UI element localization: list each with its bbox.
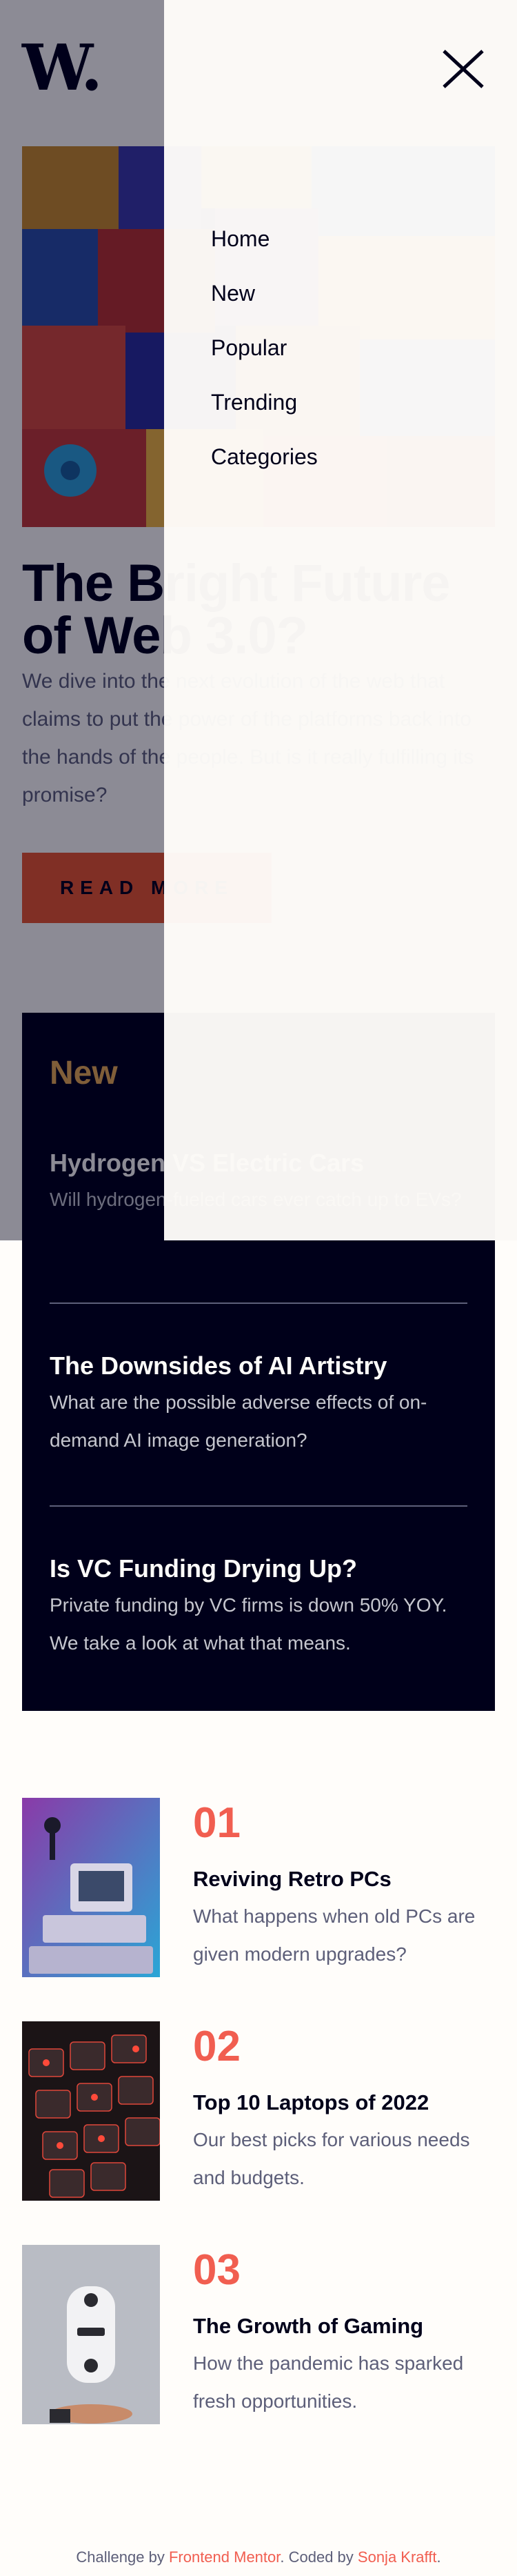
- rank-description: What happens when old PCs are given mode…: [193, 1905, 476, 1965]
- close-menu-button[interactable]: [441, 50, 485, 88]
- news-item-title[interactable]: Is VC Funding Drying Up?: [50, 1554, 467, 1583]
- ranked-article-image: [22, 2245, 160, 2424]
- nav-item-categories[interactable]: Categories: [211, 446, 318, 468]
- rank-description: Our best picks for various needs and bud…: [193, 2129, 470, 2188]
- news-item-description: What are the possible adverse effects of…: [50, 1391, 427, 1452]
- frontend-mentor-link[interactable]: Frontend Mentor: [169, 2548, 280, 2566]
- rank-number: 02: [193, 2023, 241, 2070]
- nav-item-popular[interactable]: Popular: [211, 337, 318, 359]
- nav-item-new[interactable]: New: [211, 282, 318, 304]
- close-icon: [443, 50, 484, 88]
- ranked-article[interactable]: 01 Reviving Retro PCs What happens when …: [22, 1798, 495, 1977]
- ranked-article[interactable]: 03 The Growth of Gaming How the pandemic…: [22, 2245, 495, 2424]
- rank-description: How the pandemic has sparked fresh oppor…: [193, 2352, 464, 2412]
- author-link[interactable]: Sonja Krafft: [358, 2548, 437, 2566]
- mobile-menu-panel: [164, 0, 517, 1240]
- rank-title[interactable]: Top 10 Laptops of 2022: [193, 2090, 429, 2115]
- nav-item-trending[interactable]: Trending: [211, 391, 318, 413]
- news-item-title[interactable]: The Downsides of AI Artistry: [50, 1351, 467, 1380]
- rank-number: 01: [193, 1799, 241, 1847]
- gamepad-image: [22, 2245, 160, 2424]
- news-item[interactable]: The Downsides of AI Artistry What are th…: [50, 1351, 467, 1459]
- footer-attribution: Challenge by Frontend Mentor. Coded by S…: [0, 2548, 517, 2566]
- news-item[interactable]: Is VC Funding Drying Up? Private funding…: [50, 1554, 467, 1662]
- nav-item-home[interactable]: Home: [211, 228, 318, 250]
- mobile-nav: Home New Popular Trending Categories: [211, 228, 318, 500]
- news-item-description: Private funding by VC firms is down 50% …: [50, 1594, 447, 1654]
- ranked-article[interactable]: 02 Top 10 Laptops of 2022 Our best picks…: [22, 2021, 495, 2201]
- rank-title[interactable]: Reviving Retro PCs: [193, 1867, 392, 1892]
- footer-middle: . Coded by: [280, 2548, 358, 2566]
- retro-pc-image: [22, 1798, 160, 1977]
- ranked-article-image: [22, 1798, 160, 1977]
- divider: [50, 1505, 467, 1507]
- footer-suffix: .: [436, 2548, 441, 2566]
- keyboard-image: [22, 2021, 160, 2201]
- ranked-article-image: [22, 2021, 160, 2201]
- footer-prefix: Challenge by: [76, 2548, 169, 2566]
- page: W. The Bright Future of Web 3.0? We: [0, 0, 517, 2576]
- rank-title[interactable]: The Growth of Gaming: [193, 2314, 423, 2339]
- divider: [50, 1302, 467, 1304]
- rank-number: 03: [193, 2246, 241, 2294]
